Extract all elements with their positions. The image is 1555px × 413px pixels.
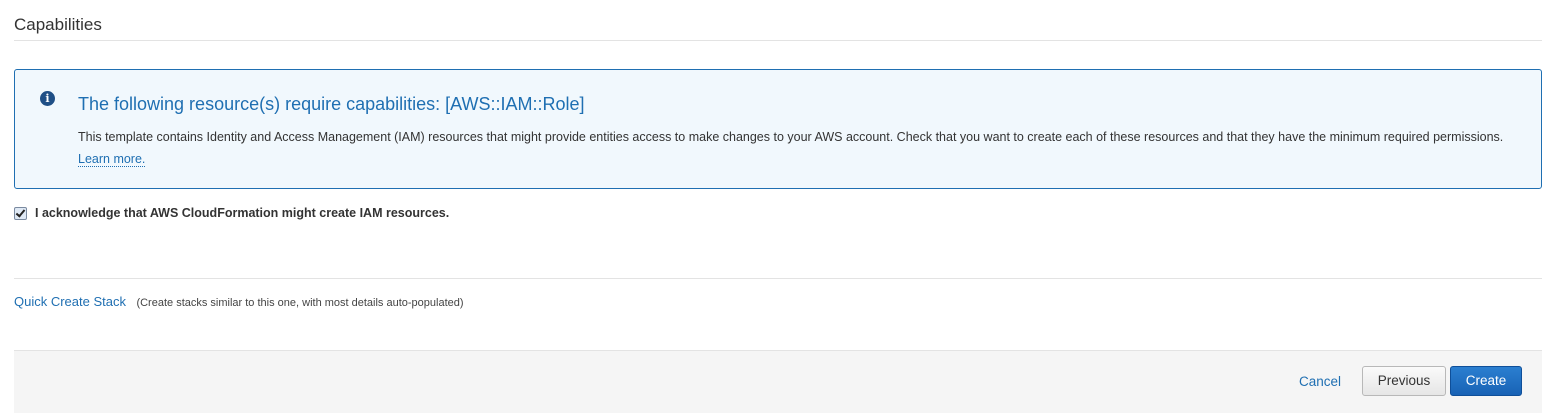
capabilities-info-alert: i The following resource(s) require capa…	[14, 69, 1542, 189]
quick-create-stack-link[interactable]: Quick Create Stack	[14, 294, 126, 309]
info-icon: i	[40, 91, 55, 106]
acknowledge-checkbox[interactable]	[14, 206, 27, 220]
quick-create-note: (Create stacks similar to this one, with…	[136, 297, 464, 309]
section-title: Capabilities	[14, 15, 102, 34]
capabilities-page: Capabilities i The following resource(s)…	[0, 0, 1555, 413]
content-divider	[14, 278, 1542, 279]
create-button[interactable]: Create	[1450, 366, 1522, 396]
acknowledge-row[interactable]: I acknowledge that AWS CloudFormation mi…	[14, 206, 449, 220]
info-alert-body: This template contains Identity and Acce…	[78, 126, 1508, 170]
previous-button[interactable]: Previous	[1362, 366, 1446, 396]
cancel-link[interactable]: Cancel	[1299, 374, 1341, 389]
info-alert-heading: The following resource(s) require capabi…	[78, 94, 585, 114]
wizard-footer: Cancel Previous Create	[14, 350, 1542, 413]
info-alert-text: This template contains Identity and Acce…	[78, 130, 1504, 144]
section-divider	[14, 40, 1542, 41]
quick-create-row: Quick Create Stack (Create stacks simila…	[14, 293, 464, 311]
acknowledge-label[interactable]: I acknowledge that AWS CloudFormation mi…	[35, 206, 449, 220]
learn-more-link[interactable]: Learn more.	[78, 152, 146, 167]
